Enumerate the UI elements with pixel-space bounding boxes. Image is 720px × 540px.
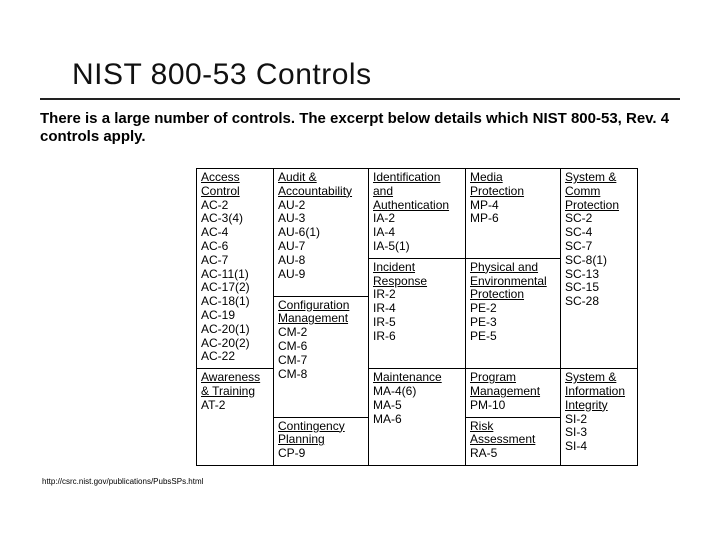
source-footnote: http://csrc.nist.gov/publications/PubsSP… — [42, 477, 203, 486]
cell-awareness: Awareness & Training AT-2 — [197, 369, 274, 466]
cell-physical: Physical and Environmental Protection PE… — [466, 258, 561, 368]
cell-identification: Identification and Authentication IA-2IA… — [369, 169, 466, 259]
cell-audit: Audit & Accountability AU-2AU-3AU-6(1)AU… — [274, 169, 369, 297]
cell-incident: Incident Response IR-2IR-4IR-5IR-6 — [369, 258, 466, 368]
controls-table: Access Control AC-2AC-3(4)AC-4AC-6AC-7AC… — [196, 168, 638, 466]
cell-media: Media Protection MP-4MP-6 — [466, 169, 561, 259]
cell-sys-integrity: System & Information Integrity SI-2SI-3S… — [561, 369, 638, 466]
cell-maintenance: Maintenance MA-4(6)MA-5MA-6 — [369, 369, 466, 466]
cell-sys-comm: System & Comm Protection SC-2SC-4SC-7SC-… — [561, 169, 638, 369]
page-title: NIST 800-53 Controls — [72, 58, 680, 92]
title-divider — [40, 98, 680, 100]
cell-access-control: Access Control AC-2AC-3(4)AC-4AC-6AC-7AC… — [197, 169, 274, 369]
cell-program: Program Management PM-10 — [466, 369, 561, 417]
cell-config: Configuration Management CM-2CM-6CM-7CM-… — [274, 296, 369, 417]
cell-risk: Risk Assessment RA-5 — [466, 417, 561, 465]
cell-contingency: Contingency Planning CP-9 — [274, 417, 369, 465]
intro-paragraph: There is a large number of controls. The… — [40, 110, 680, 146]
